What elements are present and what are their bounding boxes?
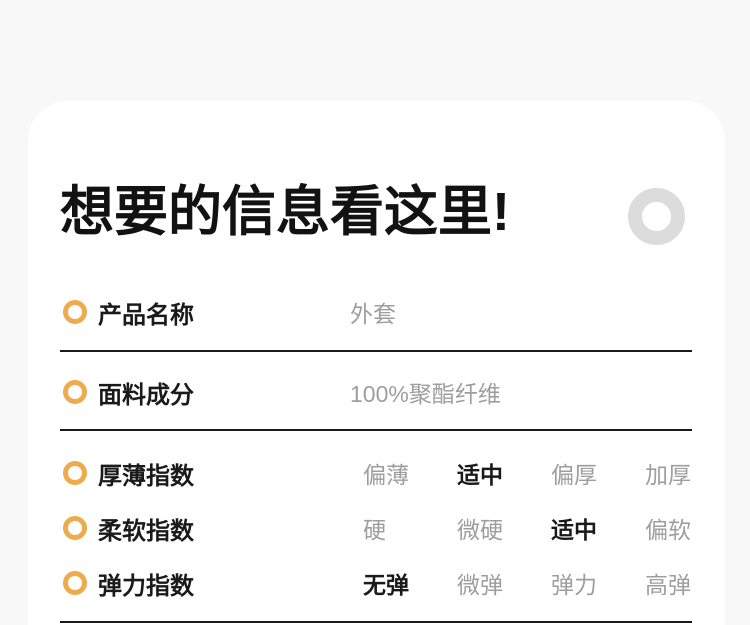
bullet-ring-icon: [63, 461, 87, 485]
scale-option: 加厚: [645, 456, 739, 490]
scale-options: 偏薄 适中 偏厚 加厚: [363, 456, 739, 490]
row-label: 产品名称: [98, 295, 350, 330]
row-label: 厚薄指数: [98, 456, 350, 491]
ring-decoration-icon: [628, 188, 685, 245]
row-value: 100%聚酯纤维: [350, 375, 501, 409]
divider: [60, 429, 692, 431]
index-row-softness: 柔软指数 硬 微硬 适中 偏软: [63, 513, 739, 543]
scale-options: 硬 微硬 适中 偏软: [363, 511, 739, 545]
card-title: 想要的信息看这里!: [60, 180, 510, 244]
product-info-card: 想要的信息看这里! 产品名称 外套 面料成分 100%聚酯纤维 厚薄指数 偏薄 …: [28, 101, 725, 625]
info-row-product-name: 产品名称 外套: [63, 297, 396, 327]
divider: [60, 621, 692, 623]
scale-option: 偏薄: [363, 456, 457, 490]
divider: [60, 350, 692, 352]
info-row-fabric-composition: 面料成分 100%聚酯纤维: [63, 377, 501, 407]
scale-option: 适中: [457, 456, 551, 490]
scale-option: 无弹: [363, 566, 457, 600]
bullet-ring-icon: [63, 571, 87, 595]
scale-option: 微硬: [457, 511, 551, 545]
bullet-ring-icon: [63, 300, 87, 324]
bullet-ring-icon: [63, 516, 87, 540]
bullet-ring-icon: [63, 380, 87, 404]
scale-option: 高弹: [645, 566, 739, 600]
scale-option: 偏软: [645, 511, 739, 545]
scale-option: 微弹: [457, 566, 551, 600]
index-row-elasticity: 弹力指数 无弹 微弹 弹力 高弹: [63, 568, 739, 598]
scale-option: 适中: [551, 511, 645, 545]
scale-option: 弹力: [551, 566, 645, 600]
row-label: 柔软指数: [98, 511, 350, 546]
row-label: 弹力指数: [98, 566, 350, 601]
index-row-thickness: 厚薄指数 偏薄 适中 偏厚 加厚: [63, 458, 739, 488]
scale-option: 硬: [363, 511, 457, 545]
row-value: 外套: [350, 295, 396, 329]
scale-option: 偏厚: [551, 456, 645, 490]
scale-options: 无弹 微弹 弹力 高弹: [363, 566, 739, 600]
row-label: 面料成分: [98, 375, 350, 410]
